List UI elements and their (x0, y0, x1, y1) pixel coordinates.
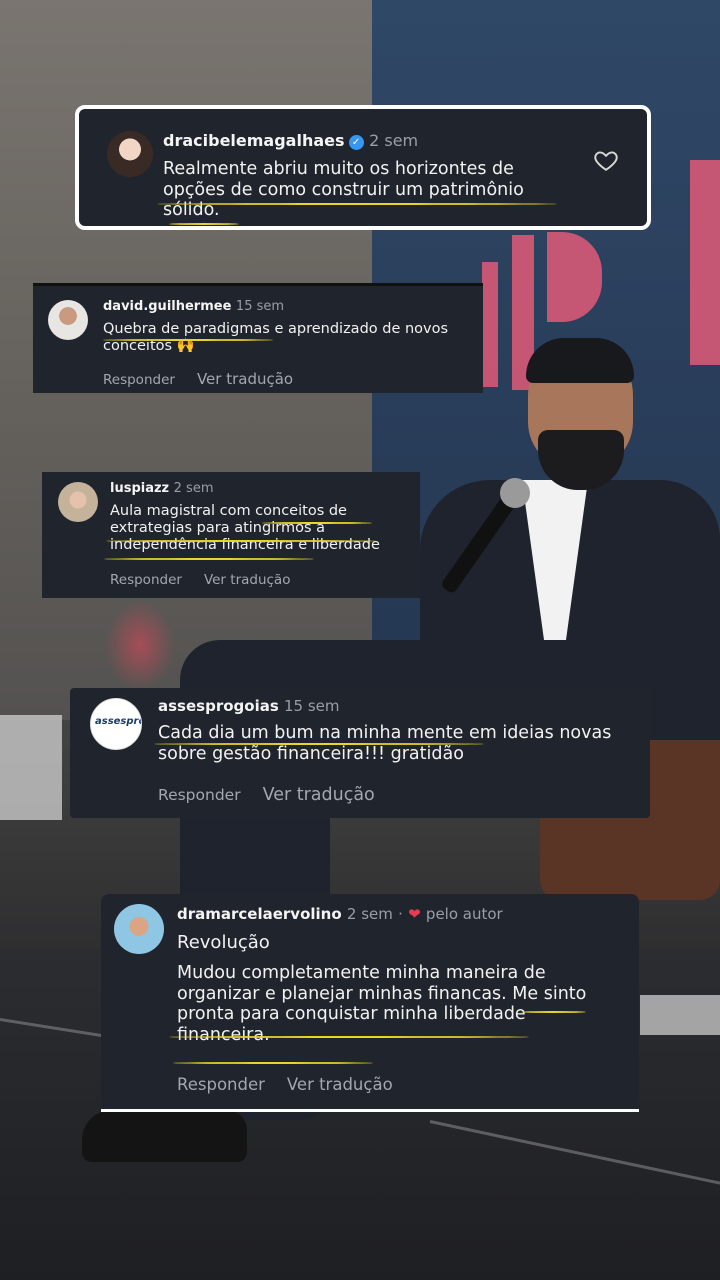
stage-speaker (0, 715, 62, 820)
comment-time: 15 sem (235, 299, 285, 314)
avatar[interactable] (58, 482, 98, 522)
comment-username[interactable]: assesprogoias 15 sem (158, 697, 340, 715)
speaker-hair (526, 338, 634, 383)
avatar[interactable]: assespro (90, 698, 142, 750)
translate-button[interactable]: Ver tradução (204, 572, 291, 588)
dot-separator: · (398, 905, 403, 923)
microphone-head (500, 478, 530, 508)
comment-time: 2 sem (173, 481, 214, 496)
comment-time: 15 sem (284, 697, 340, 715)
comment-card-3: luspiazz 2 sem Aula magistral com concei… (42, 472, 420, 598)
liked-by-author-label: pelo autor (425, 905, 503, 923)
comment-time: 2 sem (369, 131, 419, 150)
verified-icon: ✓ (348, 135, 364, 150)
comment-card-5: dramarcelaervolino 2 sem · ❤ pelo autor … (101, 894, 639, 1112)
avatar[interactable] (48, 300, 88, 340)
comment-card-4: assespro assesprogoias 15 sem Cada dia u… (70, 688, 650, 818)
avatar-logo-text: assespro (95, 716, 142, 727)
comment-username[interactable]: dramarcelaervolino 2 sem · ❤ pelo autor (177, 905, 503, 923)
comment-text: Mudou completamente minha maneira de org… (177, 963, 587, 1045)
comment-username[interactable]: dracibelemagalhaes ✓ 2 sem (163, 131, 418, 150)
comment-card-2: david.guilhermee 15 sem Quebra de paradi… (33, 283, 483, 393)
story-canvas: dracibelemagalhaes ✓ 2 sem Realmente abri… (0, 0, 720, 1280)
avatar[interactable] (114, 904, 164, 954)
heart-filled-icon: ❤ (408, 905, 421, 923)
translate-button[interactable]: Ver tradução (287, 1075, 393, 1094)
reply-button[interactable]: Responder (177, 1075, 265, 1094)
reply-button[interactable]: Responder (158, 786, 241, 804)
translate-button[interactable]: Ver tradução (197, 370, 293, 388)
comment-username[interactable]: david.guilhermee 15 sem (103, 299, 284, 314)
comment-text: Aula magistral com conceitos de extrateg… (110, 503, 380, 554)
comment-time: 2 sem (346, 905, 393, 923)
comment-text: Realmente abriu muito os horizontes de o… (163, 159, 524, 221)
heart-outline-icon[interactable] (593, 147, 619, 173)
reply-button[interactable]: Responder (103, 372, 175, 388)
comment-title: Revolução (177, 932, 270, 953)
reply-button[interactable]: Responder (110, 572, 182, 588)
translate-button[interactable]: Ver tradução (263, 785, 375, 805)
comment-card-1: dracibelemagalhaes ✓ 2 sem Realmente abri… (75, 105, 651, 230)
background-light (105, 600, 175, 690)
comment-username[interactable]: luspiazz 2 sem (110, 481, 214, 496)
avatar[interactable] (107, 131, 153, 177)
speaker-shoe (82, 1110, 247, 1162)
